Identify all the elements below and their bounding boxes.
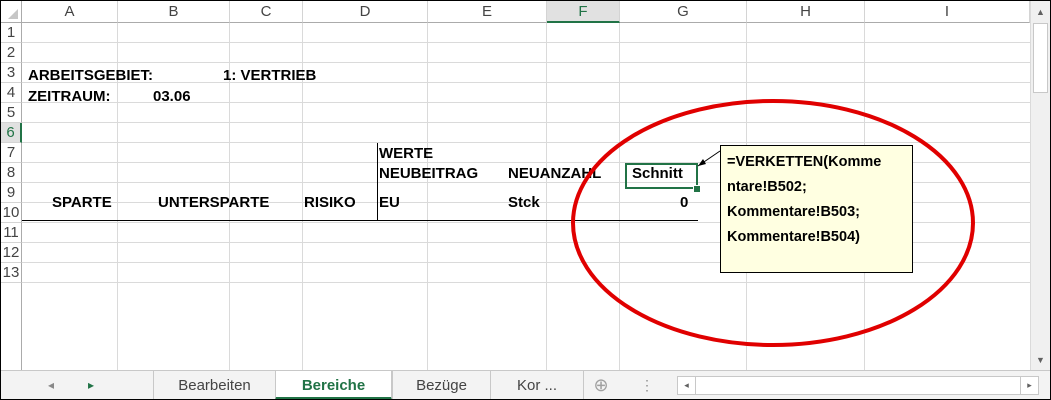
row-header-13[interactable]: 13 (1, 263, 22, 283)
cell-a7[interactable]: SPARTE (52, 193, 112, 213)
cell-e6[interactable]: NEUANZAHL (508, 164, 601, 184)
cell-a2[interactable]: ARBEITSGEBIET: (28, 66, 153, 86)
row-header-2[interactable]: 2 (1, 43, 22, 63)
fill-handle[interactable] (693, 185, 701, 193)
comment-line-2: ntare!B502; (727, 179, 807, 195)
next-sheet-icon[interactable]: ▸ (79, 371, 103, 399)
tab-kommentare[interactable]: Kor ... (490, 371, 584, 399)
column-header-e[interactable]: E (428, 1, 547, 23)
cell-a3[interactable]: ZEITRAUM: (28, 87, 111, 107)
cell-d7[interactable]: EU (379, 193, 400, 213)
tab-bearbeiten[interactable]: Bearbeiten (153, 371, 275, 399)
row-header-9[interactable]: 9 (1, 183, 22, 203)
pivot-border-bottom (22, 220, 698, 221)
gridline (22, 42, 1030, 43)
cell-comment-box[interactable]: =VERKETTEN(Komme ntare!B502; Kommentare!… (720, 145, 913, 273)
scroll-left-icon[interactable]: ◂ (678, 377, 696, 394)
scroll-up-icon[interactable]: ▲ (1031, 3, 1050, 21)
column-header-g[interactable]: G (620, 1, 747, 23)
column-header-h[interactable]: H (747, 1, 865, 23)
gridline (22, 62, 1030, 63)
horizontal-scrollbar[interactable]: ◂ ▸ (677, 376, 1039, 395)
gridline (427, 23, 428, 371)
vertical-scroll-thumb[interactable] (1033, 23, 1048, 93)
cell-b2[interactable]: 1: VERTRIEB (223, 66, 316, 86)
cell-c7[interactable]: RISIKO (304, 193, 356, 213)
cell-d6[interactable]: NEUBEITRAG (379, 164, 478, 184)
column-header-b[interactable]: B (118, 1, 230, 23)
row-header-8[interactable]: 8 (1, 163, 22, 183)
row-header-overflow (1, 283, 22, 371)
scroll-right-icon[interactable]: ▸ (1020, 377, 1038, 394)
row-header-3[interactable]: 3 (1, 63, 22, 83)
row-header-10[interactable]: 10 (1, 203, 22, 223)
gridline (22, 122, 1030, 123)
row-header-6[interactable]: 6 (1, 123, 22, 143)
add-sheet-icon[interactable]: ⊕ (589, 371, 613, 399)
cell-d5[interactable]: WERTE (379, 144, 433, 164)
gridline (22, 142, 1030, 143)
row-header-4[interactable]: 4 (1, 83, 22, 103)
column-header-f[interactable]: F (547, 1, 620, 23)
pivot-border-left (377, 143, 378, 221)
cell-b7[interactable]: UNTERSPARTE (158, 193, 269, 213)
row-header-5[interactable]: 5 (1, 103, 22, 123)
sheet-tab-bar: ◂ ▸ Bearbeiten Bereiche Bezüge Kor ... ⊕… (1, 370, 1050, 399)
cell-f7[interactable]: 0 (680, 193, 688, 213)
vertical-scrollbar[interactable]: ▲ ▼ (1030, 1, 1050, 371)
active-cell-f6[interactable] (625, 163, 698, 189)
comment-line-3: Kommentare!B503; (727, 204, 860, 220)
spreadsheet-window: A B C D E F G H I 1 2 3 4 5 6 7 8 9 10 1… (0, 0, 1051, 400)
tab-split-handle-icon[interactable]: ⋮ (635, 371, 659, 399)
cell-b3[interactable]: 03.06 (153, 87, 191, 107)
gridline (546, 23, 547, 371)
tab-bereiche[interactable]: Bereiche (275, 371, 392, 399)
row-header-12[interactable]: 12 (1, 243, 22, 263)
prev-sheet-icon[interactable]: ◂ (39, 371, 63, 399)
scroll-down-icon[interactable]: ▼ (1031, 351, 1050, 369)
gridline (619, 23, 620, 371)
cell-e7[interactable]: Stck (508, 193, 540, 213)
gridline (22, 282, 1030, 283)
column-header-c[interactable]: C (230, 1, 303, 23)
column-header-a[interactable]: A (22, 1, 118, 23)
row-header-1[interactable]: 1 (1, 23, 22, 43)
comment-arrow-line (697, 150, 721, 167)
tab-bezuege[interactable]: Bezüge (392, 371, 490, 399)
column-header-d[interactable]: D (303, 1, 428, 23)
select-all-corner[interactable] (1, 1, 22, 23)
comment-line-4: Kommentare!B504) (727, 229, 860, 245)
comment-line-1: =VERKETTEN(Komme (727, 154, 882, 170)
row-header-7[interactable]: 7 (1, 143, 22, 163)
column-header-i[interactable]: I (865, 1, 1030, 23)
gridline (22, 82, 1030, 83)
row-header-11[interactable]: 11 (1, 223, 22, 243)
